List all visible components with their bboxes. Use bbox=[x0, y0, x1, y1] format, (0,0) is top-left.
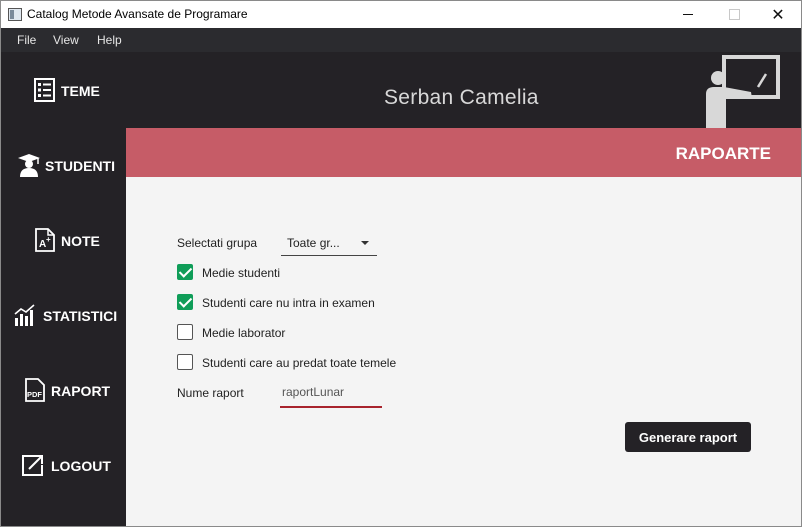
checkbox-label: Medie studenti bbox=[202, 266, 281, 280]
maximize-button[interactable] bbox=[711, 1, 757, 28]
header: Serban Camelia bbox=[126, 52, 801, 128]
sidebar-item-label: STUDENTI bbox=[45, 158, 115, 174]
report-name-field[interactable] bbox=[280, 382, 382, 408]
menu-file[interactable]: File bbox=[17, 33, 36, 47]
bar-chart-icon bbox=[14, 304, 35, 326]
group-select[interactable]: Toate gr... bbox=[281, 231, 377, 256]
sidebar-item-statistici[interactable]: STATISTICI bbox=[1, 297, 126, 337]
maximize-icon bbox=[728, 9, 740, 20]
sidebar-item-label: NOTE bbox=[61, 233, 100, 249]
sidebar-item-note[interactable]: A + NOTE bbox=[1, 222, 126, 262]
section-banner: RAPOARTE bbox=[126, 128, 801, 177]
checkbox-medie-laborator[interactable] bbox=[177, 324, 193, 340]
sidebar-item-label: LOGOUT bbox=[51, 458, 111, 474]
app-window: Catalog Metode Avansate de Programare ✕ … bbox=[0, 0, 802, 527]
report-name-label: Nume raport bbox=[177, 386, 244, 400]
menu-help[interactable]: Help bbox=[97, 33, 122, 47]
checkbox-label: Studenti care nu intra in examen bbox=[202, 296, 375, 310]
logout-icon bbox=[22, 455, 43, 476]
app-icon bbox=[8, 8, 22, 21]
grade-document-icon: A + bbox=[35, 228, 55, 252]
window-title: Catalog Metode Avansate de Programare bbox=[27, 7, 248, 21]
report-name-input[interactable] bbox=[280, 385, 382, 399]
sidebar-item-teme[interactable]: TEME bbox=[1, 72, 126, 112]
sidebar-item-label: TEME bbox=[61, 83, 100, 99]
sidebar-item-label: STATISTICI bbox=[43, 308, 118, 324]
checkbox-label: Medie laborator bbox=[202, 326, 286, 340]
sidebar-item-studenti[interactable]: STUDENTI bbox=[1, 147, 126, 187]
checkbox-predat-teme[interactable] bbox=[177, 354, 193, 370]
checkbox-studenti-examen[interactable] bbox=[177, 294, 193, 310]
user-name: Serban Camelia bbox=[384, 86, 539, 109]
close-button[interactable]: ✕ bbox=[755, 1, 801, 28]
title-bar: Catalog Metode Avansate de Programare ✕ bbox=[1, 1, 801, 28]
generate-report-button[interactable]: Generare raport bbox=[625, 422, 751, 452]
sidebar-item-logout[interactable]: LOGOUT bbox=[1, 447, 126, 487]
pdf-icon: PDF bbox=[25, 378, 45, 402]
list-icon bbox=[34, 78, 55, 102]
sidebar: TEME STUDENTI A + NOTE STATISTICI PDF RA… bbox=[1, 52, 126, 526]
group-select-value: Toate gr... bbox=[287, 236, 340, 250]
minimize-button[interactable] bbox=[665, 1, 711, 28]
svg-text:PDF: PDF bbox=[27, 390, 42, 399]
chevron-down-icon bbox=[361, 241, 369, 245]
sidebar-item-raport[interactable]: PDF RAPORT bbox=[1, 372, 126, 412]
menu-bar: File View Help bbox=[1, 28, 801, 52]
checkbox-medie-studenti[interactable] bbox=[177, 264, 193, 280]
teacher-board-icon bbox=[706, 55, 780, 128]
close-icon: ✕ bbox=[771, 6, 785, 24]
svg-text:+: + bbox=[46, 235, 51, 244]
sidebar-item-label: RAPORT bbox=[51, 383, 111, 399]
student-icon bbox=[18, 154, 40, 177]
menu-view[interactable]: View bbox=[53, 33, 79, 47]
group-label: Selectati grupa bbox=[177, 236, 258, 250]
minimize-icon bbox=[683, 14, 693, 15]
checkbox-label: Studenti care au predat toate temele bbox=[202, 356, 397, 370]
section-title: RAPOARTE bbox=[675, 144, 771, 163]
report-form: Selectati grupa Toate gr... Medie studen… bbox=[126, 177, 801, 526]
